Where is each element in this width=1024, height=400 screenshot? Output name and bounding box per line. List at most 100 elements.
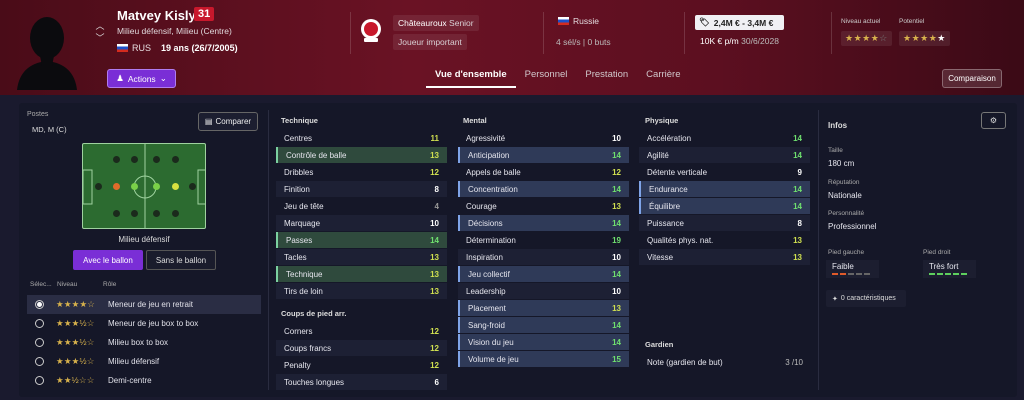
attribute-row: Concentration 14	[458, 181, 629, 197]
info-settings-button[interactable]: ⚙	[981, 112, 1006, 129]
position-dot-mc	[131, 183, 138, 190]
attribute-row: Jeu de tête 4	[276, 198, 447, 214]
attr-name: Équilibre	[649, 201, 681, 211]
divider	[543, 12, 544, 54]
role-row[interactable]: ★★★½☆ Milieu défensif	[27, 352, 261, 371]
chevron-down-icon[interactable]: ﹀	[95, 32, 105, 44]
attribute-row: Sang-froid 14	[458, 317, 629, 333]
attribute-row: Vitesse 13	[639, 249, 810, 265]
divider	[831, 12, 832, 54]
role-stars: ★★★½☆	[56, 356, 95, 366]
role-radio[interactable]	[35, 300, 44, 309]
compare-button[interactable]: ▤ Comparer	[198, 112, 258, 131]
attr-value: 13	[793, 235, 802, 245]
role-radio[interactable]	[35, 319, 44, 328]
attr-name: Jeu de tête	[284, 201, 324, 211]
attr-value: 13	[430, 252, 439, 262]
attr-value: 14	[612, 218, 621, 228]
positions-label: Postes	[27, 111, 49, 118]
comparison-button[interactable]: Comparaison	[942, 69, 1002, 88]
traits-button[interactable]: ✦ 0 caractéristiques	[826, 290, 906, 307]
goalkeeper-rating: Note (gardien de but) 3 /10	[639, 354, 811, 370]
col-role-header: Rôle	[103, 281, 117, 288]
attr-name: Corners	[284, 326, 313, 336]
attribute-row: Centres 11	[276, 130, 447, 146]
role-row[interactable]: ★★★½☆ Meneur de jeu box to box	[27, 314, 261, 333]
role-name: Milieu box to box	[108, 338, 169, 347]
position-dot-mo	[172, 183, 179, 190]
role-name: Milieu défensif	[108, 357, 160, 366]
attr-name: Finition	[284, 184, 310, 194]
attr-name: Détente verticale	[647, 167, 708, 177]
without-ball-toggle[interactable]: Sans le ballon	[146, 250, 216, 270]
attr-value: 8	[797, 218, 802, 228]
role-radio[interactable]	[35, 376, 44, 385]
person-icon: ♟	[116, 73, 124, 83]
attribute-row: Puissance 8	[639, 215, 810, 231]
person-gear-icon: ⚙	[989, 116, 998, 125]
current-level-label: Niveau actuel	[841, 18, 881, 25]
traits-label: 0 caractéristiques	[840, 295, 896, 302]
left-foot-value: Faible	[832, 262, 854, 271]
international-caps: 4 sél/s | 0 buts	[556, 37, 611, 47]
club-crest-icon[interactable]	[360, 18, 382, 44]
attribute-row: Agressivité 10	[458, 130, 629, 146]
role-row[interactable]: ★★★½☆ Milieu box to box	[27, 333, 261, 352]
with-ball-toggle[interactable]: Avec le ballon	[73, 250, 143, 270]
tab-overview[interactable]: Vue d'ensemble	[426, 66, 516, 88]
attr-name: Note (gardien de but)	[647, 357, 723, 367]
player-nav-arrows[interactable]: ︿ ﹀	[95, 20, 105, 44]
position-dot	[153, 210, 160, 217]
setpieces-title: Coups de pied arr.	[281, 309, 347, 318]
attribute-row: Endurance 14	[639, 181, 810, 197]
position-dot-mc	[153, 183, 160, 190]
attribute-row: Passes 14	[276, 232, 447, 248]
attr-value: 14	[612, 269, 621, 279]
personality-label: Personnalité	[828, 210, 865, 217]
document-icon: ▤	[204, 117, 213, 126]
attribute-row: Détente verticale 9	[639, 164, 810, 180]
role-radio[interactable]	[35, 357, 44, 366]
attribute-row: Appels de balle 12	[458, 164, 629, 180]
attr-value: 12	[430, 167, 439, 177]
chevron-up-icon[interactable]: ︿	[95, 20, 105, 32]
technique-title: Technique	[281, 116, 318, 125]
attr-name: Dribbles	[284, 167, 314, 177]
actions-button[interactable]: ♟ Actions ⌄	[107, 69, 176, 88]
attr-name: Placement	[468, 303, 506, 313]
reputation-value: Nationale	[828, 191, 862, 200]
role-name: Meneur de jeu en retrait	[108, 300, 193, 309]
role-row[interactable]: ★★½☆☆ Demi-centre	[27, 371, 261, 390]
attr-value: 15	[612, 354, 621, 364]
attribute-row: Touches longues 6	[276, 374, 447, 390]
attribute-row: Jeu collectif 14	[458, 266, 629, 282]
attribute-row: Finition 8	[276, 181, 447, 197]
russia-flag-icon	[558, 17, 569, 25]
column-divider	[818, 110, 819, 390]
contract-end: 30/6/2028	[741, 36, 779, 46]
tab-performance[interactable]: Prestation	[576, 66, 637, 88]
divider	[350, 12, 351, 54]
attr-value: 10	[612, 252, 621, 262]
attr-name: Qualités phys. nat.	[647, 235, 714, 245]
attr-value: 14	[793, 150, 802, 160]
attr-value: 4	[434, 201, 439, 211]
attribute-row: Inspiration 10	[458, 249, 629, 265]
attr-value: 13	[612, 303, 621, 313]
tab-personal[interactable]: Personnel	[516, 66, 577, 88]
selected-position-label: Milieu défensif	[118, 235, 170, 244]
role-radio[interactable]	[35, 338, 44, 347]
physique-title: Physique	[645, 116, 679, 125]
role-stars: ★★★★☆	[56, 299, 96, 309]
player-positions: Milieu défensif, Milieu (Centre)	[117, 26, 232, 36]
player-header: ︿ ﹀ Matvey Kislyak 31 Milieu défensif, M…	[0, 0, 1024, 95]
attribute-row: Placement 13	[458, 300, 629, 316]
role-row[interactable]: ★★★★☆ Meneur de jeu en retrait	[27, 295, 261, 314]
compare-label: Comparer	[215, 117, 252, 126]
club-pill[interactable]: Châteauroux Senior	[393, 15, 479, 31]
tab-career[interactable]: Carrière	[637, 66, 689, 88]
attr-name: Touches longues	[284, 377, 345, 387]
attr-value: 13	[612, 201, 621, 211]
attribute-row: Décisions 14	[458, 215, 629, 231]
country-info[interactable]: Russie	[558, 16, 599, 26]
